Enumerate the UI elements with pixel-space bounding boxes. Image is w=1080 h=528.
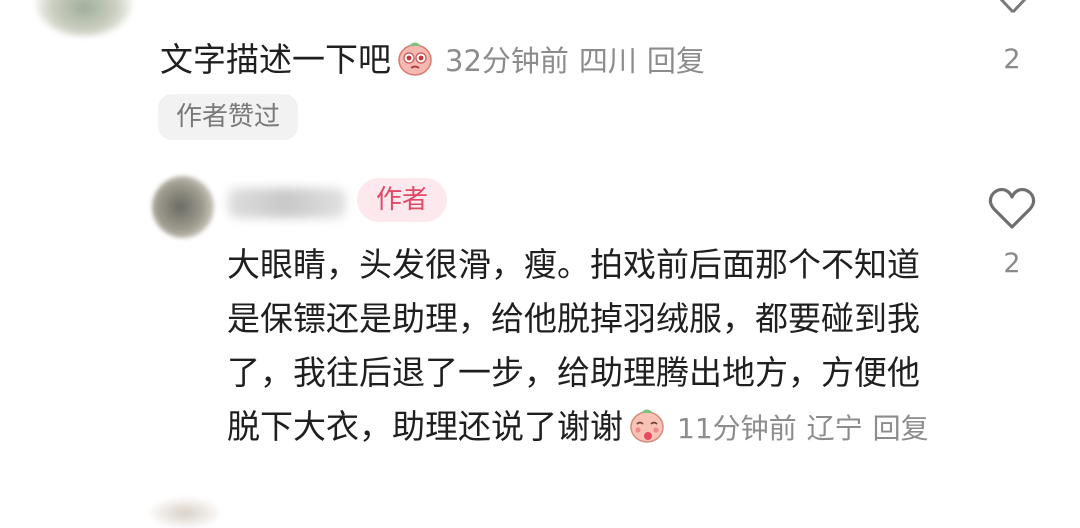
reply-time: 11分钟前: [677, 412, 797, 445]
commenter-avatar[interactable]: [36, 0, 132, 36]
reply-location: 辽宁: [806, 412, 863, 445]
crying-peach-emoji-icon: [395, 37, 435, 77]
comment-meta: 32分钟前 四川 回复: [445, 44, 715, 78]
reply-text-block[interactable]: 大眼睛，头发很滑，瘦。拍戏前后面那个不知道是保镖还是助理，给他脱掉羽绒服，都要碰…: [227, 238, 939, 456]
comment-time: 32分钟前: [445, 44, 569, 78]
like-count: 2: [1003, 248, 1021, 279]
reply-button[interactable]: 回复: [647, 44, 705, 78]
next-avatar-partial[interactable]: [150, 498, 220, 528]
author-badge: 作者: [357, 178, 447, 222]
author-name-blurred[interactable]: [228, 188, 346, 218]
comment-location: 四川: [578, 44, 637, 78]
comment-text-row[interactable]: 文字描述一下吧 32分钟前 四川 回复: [160, 36, 715, 85]
comment-text: 文字描述一下吧: [160, 40, 391, 79]
heart-icon[interactable]: [987, 186, 1037, 232]
reply-meta: 11分钟前 辽宁 回复: [677, 412, 939, 445]
blushing-peach-emoji-icon: [627, 404, 667, 444]
like-count: 2: [1003, 44, 1021, 75]
heart-icon[interactable]: [990, 0, 1036, 24]
author-avatar[interactable]: [152, 176, 214, 238]
author-liked-tag: 作者赞过: [158, 94, 299, 140]
reply-button[interactable]: 回复: [873, 412, 929, 445]
